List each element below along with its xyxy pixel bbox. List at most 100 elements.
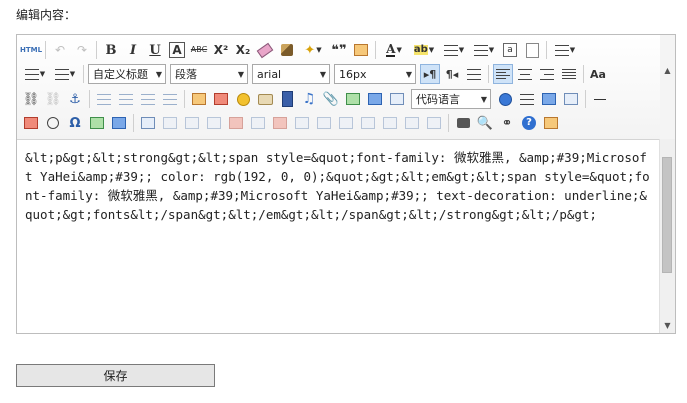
chart-icon[interactable]	[424, 113, 444, 133]
gmap-icon[interactable]	[365, 89, 385, 109]
unlink-icon[interactable]: ⛓	[43, 89, 63, 109]
clear-doc-icon[interactable]	[522, 40, 542, 60]
code-language-select[interactable]: 代码语言 ▼	[411, 89, 491, 109]
toolbar-row-2: ▼ ▼ 自定义标题 ▼ 段落 ▼ arial ▼ 16px ▼ ▸¶ ¶◂ Aa	[21, 63, 610, 85]
custom-style-select[interactable]: 自定义标题 ▼	[88, 64, 166, 84]
multi-image-icon[interactable]	[211, 89, 231, 109]
chevron-down-icon: ▼	[319, 69, 326, 79]
attachment-icon[interactable]: 📎	[321, 89, 341, 109]
eraser-icon[interactable]	[255, 40, 275, 60]
insert-frame-icon[interactable]	[387, 89, 407, 109]
image-none-icon[interactable]	[94, 89, 114, 109]
image-right-icon[interactable]	[138, 89, 158, 109]
italic-button[interactable]: I	[123, 40, 143, 60]
format-match-icon[interactable]	[277, 40, 297, 60]
help-icon[interactable]: ?	[519, 113, 539, 133]
delete-row-icon[interactable]	[226, 113, 246, 133]
background-icon[interactable]	[561, 89, 581, 109]
help-label: ?	[522, 116, 536, 130]
delete-table-icon[interactable]	[160, 113, 180, 133]
redo-icon[interactable]: ↷	[72, 40, 92, 60]
editor-content[interactable]: &lt;p&gt;&lt;strong&gt;&lt;span style=&q…	[17, 140, 659, 333]
search-replace-icon[interactable]: ⚭	[497, 113, 517, 133]
snapscreen-icon[interactable]	[109, 113, 129, 133]
superscript-button[interactable]: X²	[211, 40, 231, 60]
strikethrough-button[interactable]: ABC	[189, 40, 209, 60]
wordimage-icon[interactable]	[87, 113, 107, 133]
link-icon[interactable]: ⛓	[21, 89, 41, 109]
direction-ltr-icon[interactable]: ▸¶	[420, 64, 440, 84]
font-size-select[interactable]: 16px ▼	[334, 64, 416, 84]
paste-plain-icon[interactable]	[351, 40, 371, 60]
split-to-cells-icon[interactable]	[358, 113, 378, 133]
scrawl-icon[interactable]	[255, 89, 275, 109]
anchor-icon[interactable]: ⚓	[65, 89, 85, 109]
align-center-icon[interactable]	[515, 64, 535, 84]
merge-right-icon[interactable]	[314, 113, 334, 133]
web-image-icon[interactable]	[495, 89, 515, 109]
align-justify-icon[interactable]	[559, 64, 579, 84]
align-right-icon[interactable]	[537, 64, 557, 84]
template-icon[interactable]	[539, 89, 559, 109]
print-icon[interactable]	[453, 113, 473, 133]
row-spacing-bottom-icon[interactable]: ▼	[21, 64, 49, 84]
special-chars-button[interactable]: Ω	[65, 113, 85, 133]
delete-col-icon[interactable]	[270, 113, 290, 133]
toolbar-separator	[488, 65, 489, 83]
date-icon[interactable]	[21, 113, 41, 133]
preview-icon[interactable]: 🔍	[475, 113, 495, 133]
time-icon[interactable]	[43, 113, 63, 133]
insert-image-icon[interactable]	[189, 89, 209, 109]
auto-typeset-icon[interactable]: ✦ ▼	[299, 40, 327, 60]
map-icon[interactable]	[343, 89, 363, 109]
paragraph-select[interactable]: 段落 ▼	[170, 64, 248, 84]
indent-icon[interactable]	[464, 64, 484, 84]
music-icon[interactable]: ♫	[299, 89, 319, 109]
bold-button[interactable]: B	[101, 40, 121, 60]
editor-scrollbar[interactable]: ▼	[659, 139, 675, 333]
row-spacing-top-icon[interactable]: ▼	[551, 40, 579, 60]
ordered-list-icon[interactable]: ▼	[440, 40, 468, 60]
toolbar-separator	[45, 41, 46, 59]
unordered-list-icon[interactable]: ▼	[470, 40, 498, 60]
select-all-icon[interactable]: a	[500, 40, 520, 60]
forecolor-button[interactable]: A ▼	[380, 40, 408, 60]
insert-col-icon[interactable]	[248, 113, 268, 133]
insert-paragraph-before-table-icon[interactable]	[182, 113, 202, 133]
font-size-value: 16px	[339, 67, 367, 81]
font-family-select[interactable]: arial ▼	[252, 64, 330, 84]
image-center-icon[interactable]	[160, 89, 180, 109]
backcolor-label: ab	[413, 44, 428, 55]
backcolor-button[interactable]: ab ▼	[410, 40, 438, 60]
toolbar-separator	[583, 65, 584, 83]
toolbar-scrollbar[interactable]: ▲	[660, 35, 675, 139]
align-left-icon[interactable]	[493, 64, 513, 84]
line-height-icon[interactable]: ▼	[51, 64, 79, 84]
save-button[interactable]: 保存	[16, 364, 215, 387]
toolbar-separator	[133, 114, 134, 132]
horizontal-rule-icon[interactable]	[590, 89, 610, 109]
drafts-icon[interactable]	[541, 113, 561, 133]
emotion-icon[interactable]	[233, 89, 253, 109]
subscript-button[interactable]: X₂	[233, 40, 253, 60]
scrollbar-thumb[interactable]	[662, 157, 672, 273]
undo-icon[interactable]: ↶	[50, 40, 70, 60]
merge-cells-icon[interactable]	[292, 113, 312, 133]
insert-table-icon[interactable]	[138, 113, 158, 133]
source-code-button[interactable]: HTML	[20, 40, 42, 60]
direction-rtl-icon[interactable]: ¶◂	[442, 64, 462, 84]
to-uppercase-icon[interactable]: Aa	[588, 64, 608, 84]
insert-video-icon[interactable]	[277, 89, 297, 109]
page-break-icon[interactable]	[517, 89, 537, 109]
toolbar-separator	[546, 41, 547, 59]
insert-row-icon[interactable]	[204, 113, 224, 133]
merge-down-icon[interactable]	[336, 113, 356, 133]
split-to-rows-icon[interactable]	[380, 113, 400, 133]
scroll-up-icon[interactable]: ▲	[660, 63, 675, 78]
split-to-cols-icon[interactable]	[402, 113, 422, 133]
underline-button[interactable]: U	[145, 40, 165, 60]
image-left-icon[interactable]	[116, 89, 136, 109]
scroll-down-icon[interactable]: ▼	[660, 318, 675, 333]
blockquote-button[interactable]: ❝❞	[329, 40, 349, 60]
font-border-button[interactable]: A	[169, 42, 185, 58]
